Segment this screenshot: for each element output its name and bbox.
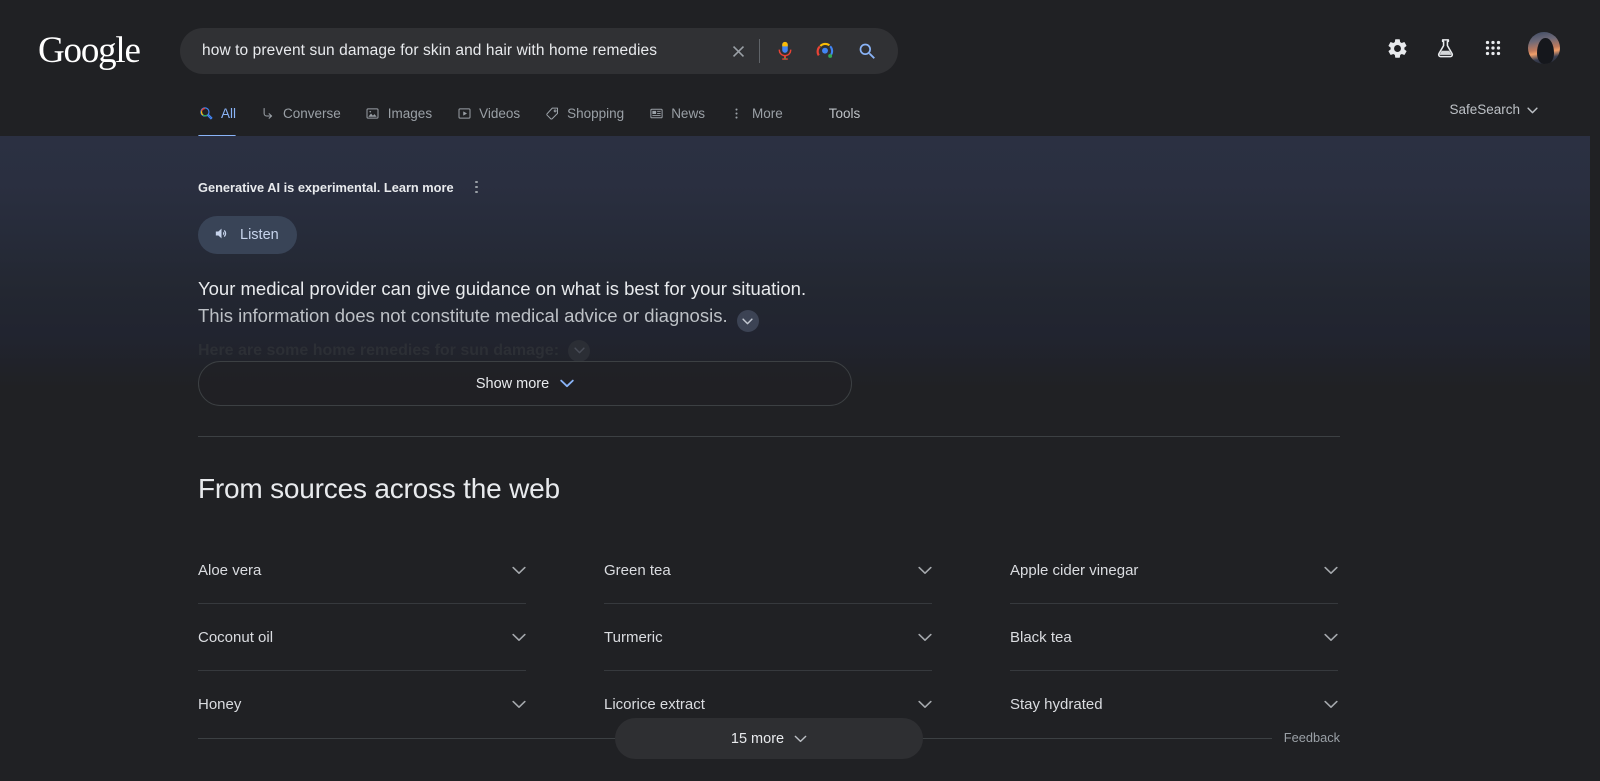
chevron-down-icon <box>918 629 932 646</box>
tools-button[interactable]: Tools <box>829 96 861 130</box>
ai-answer-faded-heading: Here are some home remedies for sun dama… <box>198 339 858 362</box>
more-label: 15 more <box>730 730 785 747</box>
header-actions <box>1384 32 1560 64</box>
lab-flask-icon[interactable] <box>1432 35 1458 61</box>
tab-label: All <box>221 105 237 121</box>
tab-more[interactable]: More <box>729 96 783 130</box>
tab-videos[interactable]: Videos <box>456 96 520 130</box>
page-title: From sources across the web <box>198 473 560 504</box>
tab-converse[interactable]: Converse <box>260 96 341 130</box>
list-item-label: Apple cider vinegar <box>1010 561 1139 579</box>
list-item-label: Stay hydrated <box>1010 696 1103 713</box>
sources-section: From sources across the web Aloe vera Gr… <box>0 436 1590 738</box>
search-bar[interactable] <box>180 28 898 74</box>
ai-disclaimer-text: Generative AI is experimental. <box>198 179 381 195</box>
chevron-down-icon <box>1527 102 1538 117</box>
video-icon <box>456 105 472 121</box>
sources-grid: Aloe vera Green tea Apple cider vinegar … <box>198 537 1340 738</box>
news-icon <box>648 105 664 121</box>
tab-label: Videos <box>479 105 521 121</box>
chevron-down-icon <box>1324 562 1338 579</box>
tag-icon <box>544 105 560 121</box>
gear-icon[interactable] <box>1384 35 1410 61</box>
list-item[interactable]: Green tea <box>604 537 932 604</box>
chevron-down-icon <box>918 696 932 713</box>
list-item-label: Black tea <box>1010 628 1072 646</box>
ai-faded-text: Here are some home remedies for sun dama… <box>198 341 560 359</box>
list-item-label: Coconut oil <box>198 628 274 646</box>
tab-label: Shopping <box>567 105 625 121</box>
apps-grid-icon[interactable] <box>1480 35 1506 61</box>
show-more-button[interactable]: Show more <box>198 361 852 406</box>
search-nav-tabs: All Converse Images Videos Shopping News… <box>0 96 1590 138</box>
show-15-more-button[interactable]: 15 more <box>615 718 923 759</box>
feedback-link[interactable]: Feedback <box>1271 730 1340 745</box>
chevron-down-icon <box>794 731 807 747</box>
list-item[interactable]: Turmeric <box>604 604 932 671</box>
list-item[interactable]: Apple cider vinegar <box>1010 537 1338 604</box>
search-input[interactable] <box>202 42 721 60</box>
chevron-down-icon <box>918 562 932 579</box>
search-icon <box>198 105 214 121</box>
list-item[interactable]: Honey <box>198 671 526 738</box>
list-item[interactable]: Black tea <box>1010 604 1338 671</box>
speaker-icon <box>213 225 230 246</box>
ai-answer-line-1: Your medical provider can give guidance … <box>198 278 807 299</box>
converse-arrow-icon <box>260 105 276 121</box>
tab-label: More <box>751 105 783 121</box>
section-divider <box>198 436 1340 437</box>
show-more-label: Show more <box>475 375 550 392</box>
tab-label: Converse <box>283 105 341 121</box>
chevron-down-icon <box>1324 629 1338 646</box>
learn-more-link[interactable]: Learn more <box>384 180 454 195</box>
list-item-label: Licorice extract <box>604 696 705 713</box>
tab-label: News <box>671 105 705 121</box>
chevron-down-icon <box>512 562 526 579</box>
chevron-down-icon <box>560 376 574 392</box>
list-item-label: Honey <box>198 696 242 713</box>
safesearch-label: SafeSearch <box>1449 102 1520 117</box>
ai-answer-line-2: This information does not constitute med… <box>198 304 728 326</box>
page-header: Google <box>0 0 1590 100</box>
kebab-icon <box>729 105 745 121</box>
microphone-icon[interactable] <box>768 34 802 68</box>
search-results-page: Google how to prevent sun damage for ski… <box>0 0 1590 775</box>
list-item[interactable]: Aloe vera <box>198 537 526 604</box>
listen-button[interactable]: Listen <box>198 216 297 254</box>
image-icon <box>365 105 381 121</box>
close-icon[interactable] <box>721 34 755 68</box>
search-icon[interactable] <box>850 34 884 68</box>
list-item[interactable]: Stay hydrated <box>1010 671 1338 738</box>
chevron-down-icon[interactable] <box>736 310 759 333</box>
safesearch-dropdown[interactable]: SafeSearch <box>1449 102 1538 117</box>
kebab-icon[interactable] <box>468 178 486 196</box>
ai-answer-body: Your medical provider can give guidance … <box>198 276 858 333</box>
list-item-label: Green tea <box>604 561 671 579</box>
list-item-label: Aloe vera <box>198 561 262 579</box>
ai-disclaimer: Generative AI is experimental. Learn mor… <box>198 178 1590 196</box>
search-divider <box>759 39 760 63</box>
list-item-label: Turmeric <box>604 628 663 646</box>
chevron-down-icon <box>512 629 526 646</box>
google-lens-icon[interactable] <box>808 34 842 68</box>
tab-all[interactable]: All <box>198 96 237 138</box>
tab-images[interactable]: Images <box>365 96 432 130</box>
chevron-down-icon <box>512 696 526 713</box>
list-item[interactable]: Coconut oil <box>198 604 526 671</box>
tab-label: Images <box>387 105 433 121</box>
listen-label: Listen <box>240 227 279 243</box>
browser-viewport: Google how to prevent sun damage for ski… <box>0 0 1600 781</box>
tab-news[interactable]: News <box>648 96 705 130</box>
chevron-down-icon <box>1324 696 1338 713</box>
avatar[interactable] <box>1528 32 1560 64</box>
google-logo[interactable]: Google <box>38 32 141 69</box>
tab-shopping[interactable]: Shopping <box>544 96 624 130</box>
chevron-down-icon[interactable] <box>568 339 591 362</box>
ai-answer-line-2-row: This information does not constitute med… <box>198 303 858 333</box>
